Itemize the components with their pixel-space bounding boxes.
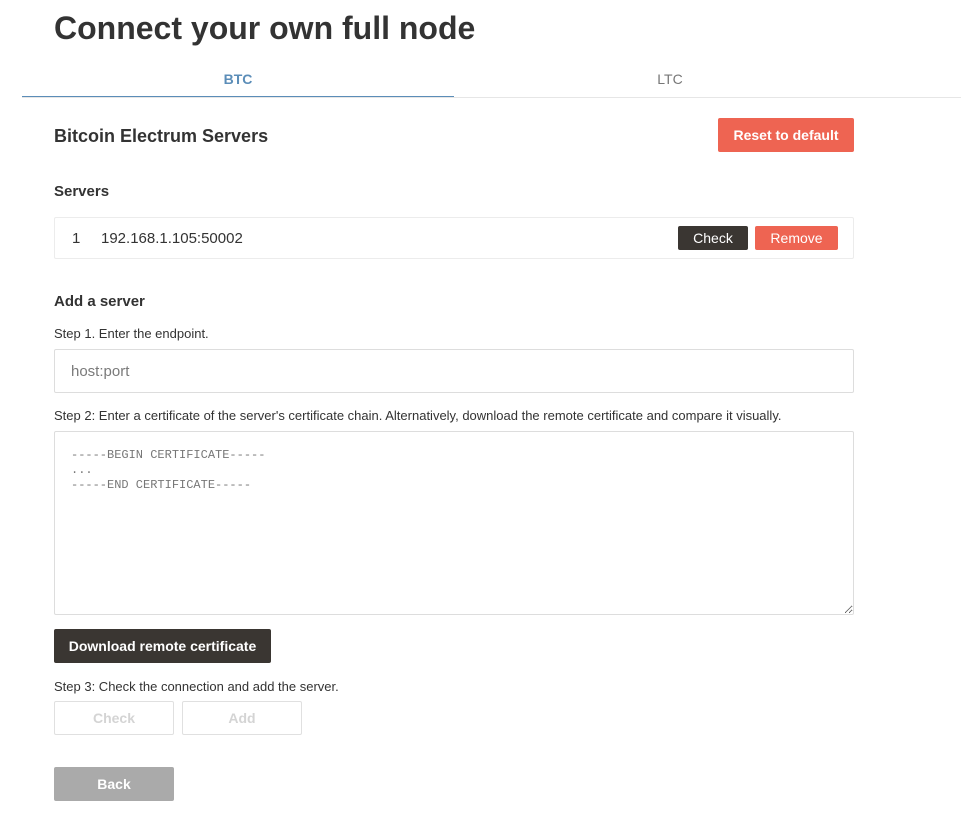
tab-ltc[interactable]: LTC	[454, 62, 886, 96]
add-server-button[interactable]: Add	[182, 701, 302, 735]
reset-to-default-button[interactable]: Reset to default	[718, 118, 854, 152]
page-title: Connect your own full node	[54, 10, 476, 46]
servers-label: Servers	[54, 183, 110, 200]
step3-text: Step 3: Check the connection and add the…	[54, 679, 339, 694]
endpoint-input[interactable]	[54, 349, 854, 393]
section-title: Bitcoin Electrum Servers	[54, 126, 269, 146]
coin-tabs: BTC LTC	[22, 62, 961, 98]
server-address: 192.168.1.105:50002	[101, 230, 243, 247]
server-index: 1	[72, 230, 81, 247]
back-button[interactable]: Back	[54, 767, 174, 801]
check-server-button[interactable]: Check	[678, 226, 748, 250]
step1-text: Step 1. Enter the endpoint.	[54, 326, 209, 341]
certificate-textarea[interactable]	[54, 431, 854, 615]
step2-text: Step 2: Enter a certificate of the serve…	[54, 408, 782, 423]
tab-btc[interactable]: BTC	[22, 62, 454, 97]
page: Connect your own full node BTC LTC Bitco…	[0, 0, 961, 826]
add-server-heading: Add a server	[54, 293, 145, 310]
server-list-item: 1 192.168.1.105:50002 Check Remove	[54, 217, 854, 259]
remove-server-button[interactable]: Remove	[755, 226, 838, 250]
check-connection-button[interactable]: Check	[54, 701, 174, 735]
download-certificate-button[interactable]: Download remote certificate	[54, 629, 271, 663]
